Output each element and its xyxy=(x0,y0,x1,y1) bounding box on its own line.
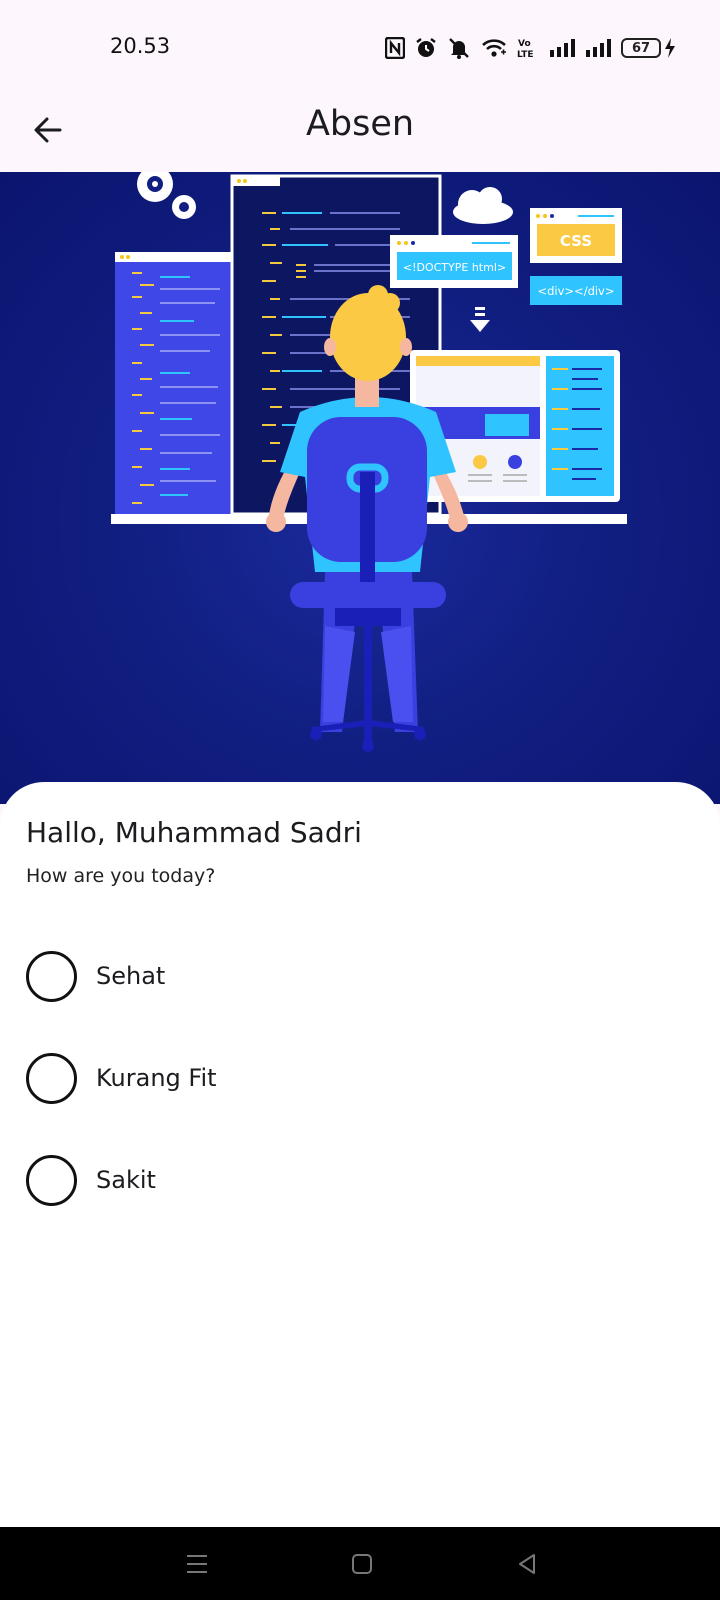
home-icon xyxy=(352,1554,372,1574)
health-options: Sehat Kurang Fit Sakit xyxy=(26,950,686,1256)
battery-level: 67 xyxy=(621,38,661,58)
cloud-icon xyxy=(453,187,513,224)
volte-icon: Vo LTE xyxy=(517,37,539,59)
option-label: Sakit xyxy=(96,1166,156,1194)
css-label: CSS xyxy=(560,232,592,250)
hero-illustration: <!DOCTYPE html> CSS <div></div> xyxy=(0,172,720,804)
div-label: <div></div> xyxy=(537,284,614,298)
greeting-text: Hallo, Muhammad Sadri xyxy=(26,816,362,849)
option-kurang-fit[interactable]: Kurang Fit xyxy=(26,1052,686,1104)
back-nav-button[interactable] xyxy=(505,1547,549,1581)
recent-apps-button[interactable] xyxy=(175,1547,219,1581)
status-time: 20.53 xyxy=(110,34,171,58)
page-title: Absen xyxy=(305,104,415,144)
signal-icon xyxy=(549,39,575,57)
div-tag: <div></div> xyxy=(530,276,622,305)
svg-text:LTE: LTE xyxy=(517,50,534,59)
subtitle-text: How are you today? xyxy=(26,865,216,887)
option-sakit[interactable]: Sakit xyxy=(26,1154,686,1206)
menu-icon xyxy=(187,1555,207,1573)
radio-button[interactable] xyxy=(26,1052,77,1104)
svg-text:Vo: Vo xyxy=(518,39,531,49)
status-icons: Vo LTE 67 xyxy=(385,34,676,62)
system-nav-bar xyxy=(0,1527,720,1600)
charging-icon xyxy=(665,38,675,58)
content-card: Hallo, Muhammad Sadri How are you today?… xyxy=(0,782,720,1527)
arrow-down-icon xyxy=(470,307,490,332)
nfc-icon xyxy=(385,37,405,59)
status-bar: 20.53 Vo LTE 67 xyxy=(0,0,720,90)
radio-button[interactable] xyxy=(26,950,77,1002)
doctype-label: <!DOCTYPE html> xyxy=(403,261,506,274)
battery-icon: 67 xyxy=(621,38,676,58)
option-label: Sehat xyxy=(96,962,166,990)
radio-button[interactable] xyxy=(26,1154,77,1206)
css-window: CSS xyxy=(530,208,622,263)
signal-icon xyxy=(585,39,611,57)
alarm-icon xyxy=(415,37,437,59)
wifi-icon xyxy=(481,38,507,58)
option-label: Kurang Fit xyxy=(96,1064,217,1092)
home-button[interactable] xyxy=(340,1547,384,1581)
app-bar: Absen xyxy=(0,90,720,172)
gear-icon xyxy=(137,172,196,219)
doctype-window: <!DOCTYPE html> xyxy=(390,235,518,288)
mute-icon xyxy=(447,37,471,59)
back-triangle-icon xyxy=(519,1554,535,1574)
code-panel-left xyxy=(115,252,232,514)
option-sehat[interactable]: Sehat xyxy=(26,950,686,1002)
